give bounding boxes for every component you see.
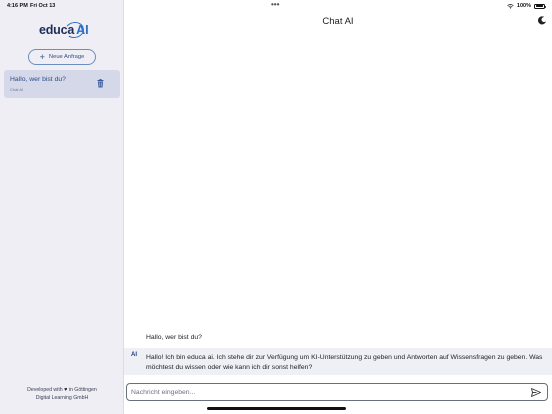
chat-item-title: Hallo, wer bist du? [10,76,66,83]
page-title: Chat AI [322,16,354,27]
user-message: Hallo, wer bist du? [146,334,202,341]
moon-icon[interactable] [537,16,546,25]
status-right: 100% [507,3,546,9]
trash-icon[interactable] [97,79,104,88]
wifi-icon [507,3,514,9]
status-time: 4:16 PM [7,3,28,9]
sidebar-footer: Developed with ♥ in Göttingen Digital Le… [0,386,124,402]
assistant-message: AI Hallo! Ich bin educa ai. Ich stehe di… [124,348,552,375]
status-date: Fri Oct 13 [30,3,56,9]
footer-location: in Göttingen [68,387,97,393]
plus-icon: + [39,51,45,62]
message-input-container [126,383,548,401]
sidebar: educa AI + Neue Anfrage Hallo, wer bist … [0,0,124,414]
battery-icon [534,3,546,9]
footer-company: Digital Learning GmbH [35,395,89,401]
send-icon[interactable] [531,388,541,397]
assistant-avatar: AI [131,352,137,358]
footer-developed-with: Developed with [27,387,63,393]
new-request-label: Neue Anfrage [48,54,85,60]
battery-percent: 100% [516,3,531,9]
chat-main: Chat AI Hallo, wer bist du? AI Hallo! Ic… [124,0,552,414]
new-request-button[interactable]: + Neue Anfrage [28,49,96,65]
status-bar: 4:16 PM Fri Oct 13 ••• 100% [0,0,552,12]
chat-list-item[interactable]: Hallo, wer bist du? Chat AI [4,70,120,98]
multitasking-dots[interactable]: ••• [271,0,279,9]
heart-icon: ♥ [64,387,68,393]
assistant-message-text: Hallo! Ich bin educa ai. Ich stehe dir z… [146,354,543,371]
footer-line-1: Developed with ♥ in Göttingen [0,386,124,394]
chat-item-subtitle: Chat AI [10,87,24,92]
message-input[interactable] [131,386,521,399]
home-indicator[interactable] [207,407,346,410]
